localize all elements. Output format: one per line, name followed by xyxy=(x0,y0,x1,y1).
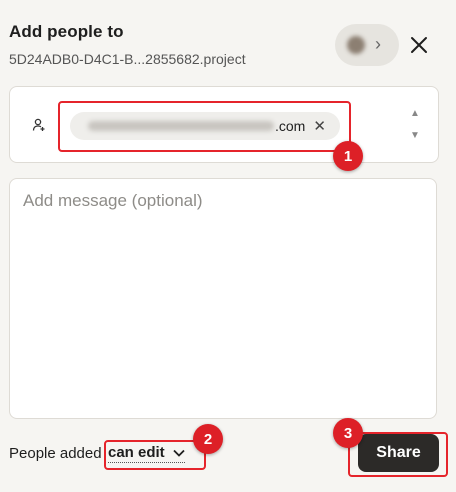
annotation-badge-2: 2 xyxy=(193,424,223,454)
account-switcher-button[interactable]: › xyxy=(335,24,399,66)
annotation-box-1 xyxy=(58,101,351,152)
message-placeholder: Add message (optional) xyxy=(23,191,203,210)
add-person-icon xyxy=(32,118,45,131)
scroll-down-icon[interactable]: ▼ xyxy=(408,129,422,143)
scroll-arrows[interactable]: ▲ ▼ xyxy=(408,107,422,143)
dialog-header: Add people to 5D24ADB0-D4C1-B...2855682.… xyxy=(9,22,246,67)
scroll-up-icon[interactable]: ▲ xyxy=(408,107,422,121)
permission-label: People added xyxy=(9,445,102,462)
annotation-box-3 xyxy=(348,432,448,477)
chevron-right-icon: › xyxy=(375,34,381,54)
project-name: 5D24ADB0-D4C1-B...2855682.project xyxy=(9,51,246,67)
close-icon xyxy=(411,37,427,53)
message-input[interactable]: Add message (optional) xyxy=(9,178,437,419)
close-button[interactable] xyxy=(407,33,431,57)
dialog-title: Add people to xyxy=(9,22,124,41)
annotation-box-2 xyxy=(104,440,206,470)
annotation-badge-3: 3 xyxy=(333,418,363,448)
avatar xyxy=(347,36,365,54)
annotation-badge-1: 1 xyxy=(333,141,363,171)
